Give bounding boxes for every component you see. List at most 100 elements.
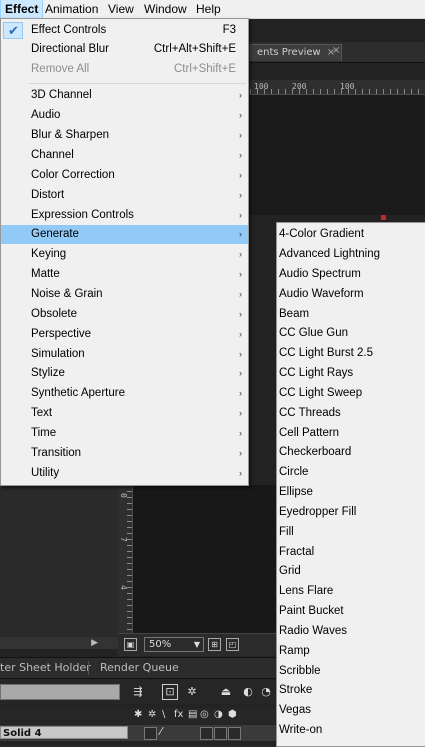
menu-item-synthetic-aperture[interactable]: Synthetic Aperture ›: [1, 384, 248, 403]
menu-effect[interactable]: Effect: [0, 0, 44, 19]
menu-item-stylize[interactable]: Stylize ›: [1, 364, 248, 383]
menu-item-noise-grain[interactable]: Noise & Grain ›: [1, 285, 248, 304]
frame-blending-icon[interactable]: ⏏: [218, 684, 234, 700]
tab-effects-preview[interactable]: ents Preview ×: [250, 44, 343, 61]
menu-item-utility[interactable]: Utility ›: [1, 464, 248, 483]
3d-layer-icon[interactable]: ⬢: [228, 709, 237, 720]
motion-blur-switch-icon[interactable]: ◎: [200, 709, 209, 720]
adjustment-icon[interactable]: ◑: [214, 709, 223, 720]
tab-character-sheet-holder[interactable]: ter Sheet Holder: [0, 658, 91, 678]
menu-window[interactable]: Window: [140, 0, 191, 18]
draft-3d-icon[interactable]: ⊡: [162, 684, 178, 700]
submenu-item-cc-light-rays[interactable]: CC Light Rays: [277, 364, 425, 383]
submenu-item-fractal[interactable]: Fractal: [277, 543, 425, 562]
frame-blend-icon[interactable]: ▤: [188, 709, 197, 720]
submenu-item-paint-bucket[interactable]: Paint Bucket: [277, 602, 425, 621]
fx-icon[interactable]: fx: [174, 709, 183, 720]
menu-item-label: Fractal: [279, 546, 315, 558]
motion-blur-icon[interactable]: ◐: [240, 684, 256, 700]
submenu-item-audio-spectrum[interactable]: Audio Spectrum: [277, 265, 425, 284]
submenu-item-scribble[interactable]: Scribble: [277, 662, 425, 681]
close-icon[interactable]: ×: [332, 45, 340, 56]
submenu-item-audio-waveform[interactable]: Audio Waveform: [277, 285, 425, 304]
menu-item-label: CC Threads: [279, 407, 341, 419]
shy-icon[interactable]: ✱: [134, 709, 142, 720]
grid-icon[interactable]: ▣: [124, 638, 137, 651]
comp-flowchart-icon[interactable]: ⇶: [130, 684, 146, 700]
submenu-item-eyedropper-fill[interactable]: Eyedropper Fill: [277, 503, 425, 522]
layer-switch-box[interactable]: [200, 727, 213, 740]
tab-render-queue[interactable]: Render Queue: [100, 658, 179, 678]
timeline-layer-row[interactable]: Solid 4 ⁄: [0, 725, 278, 741]
submenu-item-cc-light-sweep[interactable]: CC Light Sweep: [277, 384, 425, 403]
layer-name[interactable]: Solid 4: [0, 726, 128, 739]
menu-item-color-correction[interactable]: Color Correction ›: [1, 166, 248, 185]
layer-switch-box[interactable]: [144, 727, 157, 740]
scroll-right-icon[interactable]: ▶: [91, 638, 98, 648]
menu-item-perspective[interactable]: Perspective ›: [1, 325, 248, 344]
submenu-item-radio-waves[interactable]: Radio Waves: [277, 622, 425, 641]
submenu-item-circle[interactable]: Circle: [277, 463, 425, 482]
menu-item-transition[interactable]: Transition ›: [1, 444, 248, 463]
submenu-item-vegas[interactable]: Vegas: [277, 701, 425, 720]
composition-viewer[interactable]: [236, 95, 425, 215]
menu-item-label: Stylize: [31, 367, 65, 379]
quality-icon[interactable]: \: [162, 709, 165, 720]
menu-item-expression-controls[interactable]: Expression Controls ›: [1, 206, 248, 225]
submenu-item-lens-flare[interactable]: Lens Flare: [277, 582, 425, 601]
submenu-item-stroke[interactable]: Stroke: [277, 681, 425, 700]
tab-divider: [88, 661, 89, 675]
menu-item-obsolete[interactable]: Obsolete ›: [1, 305, 248, 324]
fit-frame-icon[interactable]: ⊞: [208, 638, 221, 651]
submenu-item-cc-light-burst[interactable]: CC Light Burst 2.5: [277, 344, 425, 363]
menu-item-label: Paint Bucket: [279, 605, 344, 617]
submenu-item-write-on[interactable]: Write-on: [277, 721, 425, 740]
layer-switch-box[interactable]: [214, 727, 227, 740]
menu-item-audio[interactable]: Audio ›: [1, 106, 248, 125]
collapse-icon[interactable]: ✲: [148, 709, 156, 720]
menu-item-time[interactable]: Time ›: [1, 424, 248, 443]
menu-item-label: Blur & Sharpen: [31, 129, 109, 141]
submenu-item-beam[interactable]: Beam: [277, 305, 425, 324]
horizontal-scrollbar[interactable]: ▶: [0, 637, 118, 649]
zoom-select[interactable]: 50% ▼: [144, 637, 204, 652]
menu-item-generate[interactable]: Generate ›: [1, 225, 248, 244]
comp-canvas[interactable]: [133, 485, 278, 633]
submenu-item-fill[interactable]: Fill: [277, 523, 425, 542]
menu-item-simulation[interactable]: Simulation ›: [1, 345, 248, 364]
chevron-right-icon: ›: [239, 388, 242, 398]
menu-item-directional-blur[interactable]: Directional Blur Ctrl+Alt+Shift+E: [1, 40, 248, 59]
project-panel: [0, 485, 118, 637]
timeline-search-input[interactable]: [0, 684, 120, 700]
region-icon[interactable]: ◰: [226, 638, 239, 651]
menu-item-label: 4-Color Gradient: [279, 228, 365, 240]
submenu-item-ramp[interactable]: Ramp: [277, 642, 425, 661]
menu-view[interactable]: View: [104, 0, 138, 18]
menu-item-label: Cell Pattern: [279, 427, 340, 439]
submenu-item-cell-pattern[interactable]: Cell Pattern: [277, 424, 425, 443]
menu-item-channel[interactable]: Channel ›: [1, 146, 248, 165]
shy-layers-icon[interactable]: ✲: [184, 684, 200, 700]
submenu-item-4-color-gradient[interactable]: 4-Color Gradient: [277, 225, 425, 244]
submenu-item-cc-threads[interactable]: CC Threads: [277, 404, 425, 423]
menu-item-label: Grid: [279, 565, 301, 577]
submenu-item-advanced-lightning[interactable]: Advanced Lightning: [277, 245, 425, 264]
menu-item-3d-channel[interactable]: 3D Channel ›: [1, 86, 248, 105]
chevron-right-icon: ›: [239, 90, 242, 100]
menu-item-keying[interactable]: Keying ›: [1, 245, 248, 264]
submenu-item-checkerboard[interactable]: Checkerboard: [277, 443, 425, 462]
submenu-item-cc-glue-gun[interactable]: CC Glue Gun: [277, 324, 425, 343]
graph-editor-icon[interactable]: ◔: [258, 684, 274, 700]
menu-item-effect-controls[interactable]: ✔ Effect Controls F3: [1, 21, 248, 40]
menu-help[interactable]: Help: [192, 0, 225, 18]
submenu-item-ellipse[interactable]: Ellipse: [277, 483, 425, 502]
submenu-item-grid[interactable]: Grid: [277, 562, 425, 581]
menu-animation[interactable]: Animation: [41, 0, 102, 18]
menu-item-text[interactable]: Text ›: [1, 404, 248, 423]
menu-item-matte[interactable]: Matte ›: [1, 265, 248, 284]
chevron-right-icon: ›: [239, 428, 242, 438]
quality-switch-icon[interactable]: ⁄: [160, 725, 162, 738]
layer-switch-box[interactable]: [228, 727, 241, 740]
menu-item-blur-sharpen[interactable]: Blur & Sharpen ›: [1, 126, 248, 145]
menu-item-distort[interactable]: Distort ›: [1, 186, 248, 205]
